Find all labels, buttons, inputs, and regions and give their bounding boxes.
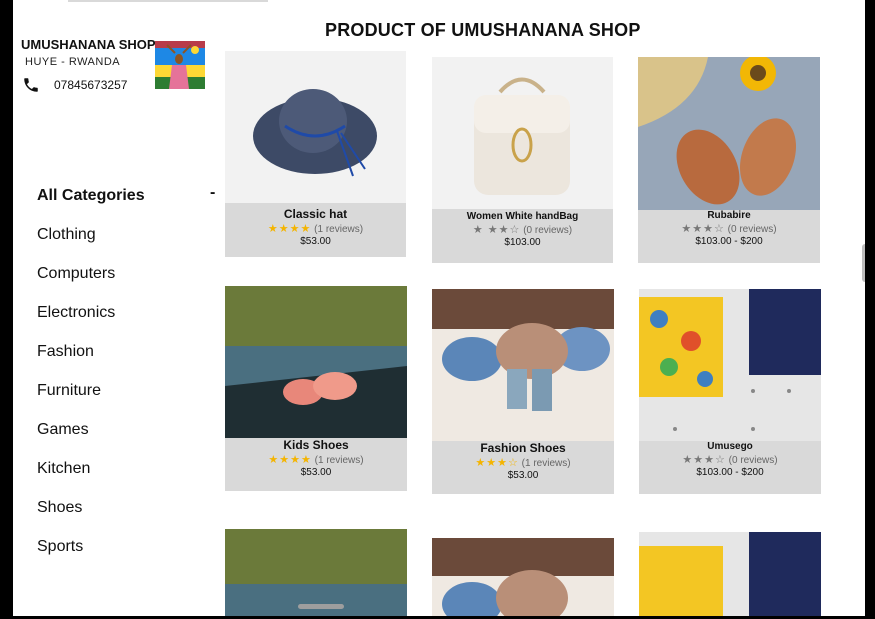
vertical-scrollbar-thumb[interactable]	[862, 244, 865, 282]
product-image-hat	[225, 51, 406, 203]
product-image-pillow	[639, 532, 821, 616]
product-rating: ★★★☆ (0 reviews)	[638, 222, 820, 235]
product-card[interactable]	[639, 532, 821, 616]
category-item-furniture[interactable]: Furniture	[37, 379, 145, 418]
category-item-kitchen[interactable]: Kitchen	[37, 457, 145, 496]
product-price: $103.00 - $200	[695, 236, 763, 247]
star-rating-icons: ★★★☆	[682, 454, 726, 466]
shop-name: UMUSHANANA SHOP	[21, 37, 156, 52]
product-image-pillow	[639, 289, 821, 441]
product-card[interactable]	[432, 538, 614, 616]
review-count: (0 reviews)	[523, 225, 573, 236]
star-rating-icons: ★★★☆	[681, 223, 725, 235]
product-card[interactable]: Classic hat ★★★★ (1 reviews) $53.00	[225, 51, 406, 257]
product-name: Women White handBag	[466, 211, 579, 222]
product-image-kids-shoes	[225, 286, 407, 438]
product-card[interactable]: Rubabire ★★★☆ (0 reviews) $103.00 - $200	[638, 57, 820, 263]
star-rating-icons: ★★★★	[268, 454, 312, 466]
category-item-sports[interactable]: Sports	[37, 535, 145, 574]
page-title: PRODUCT OF UMUSHANANA SHOP	[325, 20, 641, 40]
product-name: Kids Shoes	[283, 438, 349, 452]
review-count: (1 reviews)	[521, 458, 571, 469]
star-rating-icons: ★ ★★☆	[472, 224, 521, 236]
review-count: (1 reviews)	[314, 224, 364, 235]
review-count: (1 reviews)	[314, 455, 364, 466]
product-name: Rubabire	[707, 210, 751, 221]
phone-icon	[24, 78, 38, 92]
category-item-games[interactable]: Games	[37, 418, 145, 457]
category-item-electronics[interactable]: Electronics	[37, 301, 145, 340]
product-price: $53.00	[507, 470, 539, 481]
product-price: $53.00	[300, 236, 331, 247]
category-all[interactable]: All Categories	[37, 184, 145, 223]
product-image-sandals	[638, 57, 820, 210]
star-rating-icons: ★★★★	[267, 223, 312, 235]
product-image-kids-shoes	[225, 529, 407, 616]
category-collapse-toggle[interactable]: -	[210, 184, 215, 202]
product-card[interactable]: Women White handBag ★ ★★☆ (0 reviews) $1…	[432, 57, 613, 263]
review-count: (0 reviews)	[727, 224, 777, 235]
shop-location: HUYE - RWANDA	[25, 56, 121, 68]
product-info: Umusego ★★★☆ (0 reviews) $103.00 - $200	[639, 432, 821, 494]
review-count: (0 reviews)	[728, 455, 778, 466]
product-card[interactable]: Fashion Shoes ★★★☆ (1 reviews) $53.00	[432, 289, 614, 494]
product-rating: ★★★☆ (1 reviews)	[432, 456, 614, 469]
phone-number: 07845673257	[54, 78, 128, 92]
horizontal-scrollbar-thumb[interactable]	[298, 604, 344, 609]
product-card[interactable]	[225, 529, 407, 616]
product-price: $103.00	[504, 237, 541, 248]
top-strip	[68, 0, 268, 2]
product-image-fashion-shoes	[432, 538, 614, 616]
product-name: Umusego	[707, 441, 753, 452]
page: PRODUCT OF UMUSHANANA SHOP UMUSHANANA SH…	[13, 0, 865, 616]
product-image-handbag	[432, 57, 613, 209]
product-rating: ★★★☆ (0 reviews)	[639, 453, 821, 466]
product-rating: ★★★★ (1 reviews)	[225, 222, 406, 235]
category-item-shoes[interactable]: Shoes	[37, 496, 145, 535]
phone-row[interactable]: 07845673257	[22, 75, 127, 95]
category-item-fashion[interactable]: Fashion	[37, 340, 145, 379]
product-card[interactable]: Kids Shoes ★★★★ (1 reviews) $53.00	[225, 286, 407, 491]
product-info: Kids Shoes ★★★★ (1 reviews) $53.00	[225, 432, 407, 491]
star-rating-icons: ★★★☆	[475, 457, 519, 469]
category-item-computers[interactable]: Computers	[37, 262, 145, 301]
product-name: Classic hat	[283, 207, 348, 221]
product-rating: ★★★★ (1 reviews)	[225, 453, 407, 466]
product-card[interactable]: Umusego ★★★☆ (0 reviews) $103.00 - $200	[639, 289, 821, 494]
product-rating: ★ ★★☆ (0 reviews)	[432, 223, 613, 236]
product-info: Fashion Shoes ★★★☆ (1 reviews) $53.00	[432, 434, 614, 494]
category-item-clothing[interactable]: Clothing	[37, 223, 145, 262]
product-info: Rubabire ★★★☆ (0 reviews) $103.00 - $200	[638, 201, 820, 263]
category-list: All Categories Clothing Computers Electr…	[37, 184, 145, 574]
product-image-fashion-shoes	[432, 289, 614, 441]
shop-flag-image	[155, 41, 205, 89]
product-info: Women White handBag ★ ★★☆ (0 reviews) $1…	[432, 204, 613, 263]
product-name: Fashion Shoes	[480, 441, 566, 455]
product-info: Classic hat ★★★★ (1 reviews) $53.00	[225, 201, 406, 257]
product-price: $53.00	[300, 467, 332, 478]
product-price: $103.00 - $200	[696, 467, 764, 478]
